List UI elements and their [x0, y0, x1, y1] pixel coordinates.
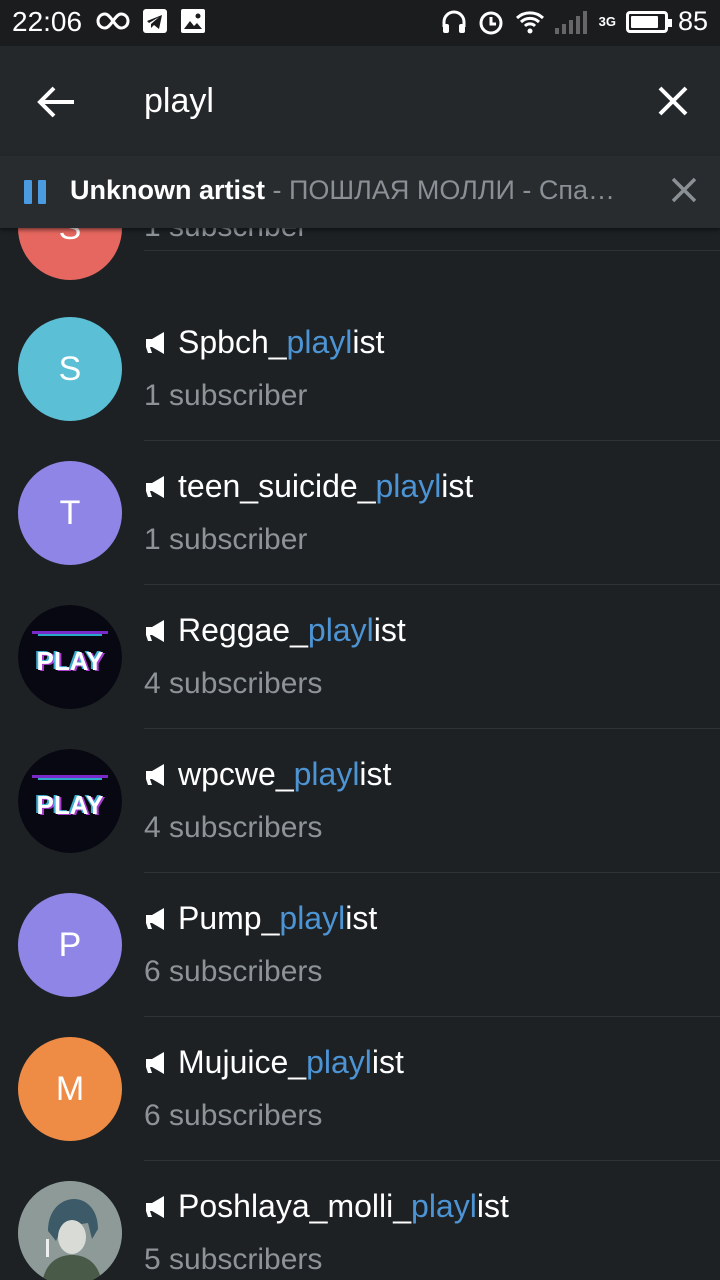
infinity-icon: [96, 12, 130, 30]
avatar: M: [18, 1037, 122, 1141]
channel-megaphone-icon: [146, 1195, 164, 1218]
status-bar: 22:06 3G 85: [0, 0, 720, 46]
divider: [144, 250, 720, 251]
channel-title: Reggae_ playl ist: [144, 612, 406, 649]
avatar: [18, 1181, 122, 1280]
play-logo-image: PLAY PLAY PLAY: [18, 749, 122, 853]
list-item[interactable]: S 1 subscriber: [0, 228, 720, 280]
battery-percent: 85: [677, 6, 708, 36]
list-item[interactable]: S Spbch_ playl ist 1 subscriber: [0, 297, 720, 441]
telegram-icon: [143, 9, 167, 33]
channel-megaphone-icon: [146, 475, 164, 498]
wifi-icon: [515, 10, 544, 33]
subscriber-count: 1 subscriber: [144, 523, 308, 556]
subscriber-count: 1 subscriber: [144, 228, 307, 244]
subscriber-count: 6 subscribers: [144, 1099, 323, 1132]
avatar: PLAY PLAY PLAY: [18, 605, 122, 709]
avatar: S: [18, 228, 122, 280]
subscriber-count: 6 subscribers: [144, 955, 323, 988]
search-input[interactable]: [144, 78, 624, 124]
audio-player-bar[interactable]: Unknown artist - ПОШЛАЯ МОЛЛИ - Спа…: [0, 156, 720, 228]
list-item[interactable]: T teen_suicide_ playl ist 1 subscriber: [0, 441, 720, 585]
channel-megaphone-icon: [146, 619, 164, 642]
channel-title: Pump_ playl ist: [144, 900, 377, 937]
svg-text:PLAY: PLAY: [37, 790, 104, 820]
pause-icon[interactable]: [24, 180, 48, 204]
player-artist: Unknown artist: [70, 175, 266, 205]
avatar: P: [18, 893, 122, 997]
clear-search-icon[interactable]: [648, 76, 698, 126]
network-type: 3G: [598, 14, 616, 29]
channel-title: Mujuice_ playl ist: [144, 1044, 404, 1081]
list-item[interactable]: P Pump_ playl ist 6 subscribers: [0, 873, 720, 1017]
channel-megaphone-icon: [146, 763, 164, 786]
channel-title: teen_suicide_ playl ist: [144, 468, 473, 505]
subscriber-count: 4 subscribers: [144, 811, 323, 844]
avatar: T: [18, 461, 122, 565]
channel-title: wpcwe_ playl ist: [144, 756, 391, 793]
avatar: S: [18, 317, 122, 421]
back-arrow-icon[interactable]: [30, 76, 82, 128]
clock: 22:06: [12, 6, 83, 37]
channel-title: Spbch_ playl ist: [144, 324, 384, 361]
subscriber-count: 4 subscribers: [144, 667, 323, 700]
anime-girl-avatar-image: [18, 1181, 122, 1280]
svg-text:PLAY: PLAY: [37, 646, 104, 676]
list-item[interactable]: Poshlaya_molli_ playl ist 5 subscribers: [0, 1161, 720, 1280]
list-item[interactable]: M Mujuice_ playl ist 6 subscribers: [0, 1017, 720, 1161]
avatar: PLAY PLAY PLAY: [18, 749, 122, 853]
headphones-icon: [442, 10, 466, 33]
signal-icon: [554, 10, 587, 34]
battery-icon: [625, 10, 672, 33]
list-item[interactable]: PLAY PLAY PLAY Reggae_ playl ist 4 subscri…: [0, 585, 720, 729]
channel-title: Poshlaya_molli_ playl ist: [144, 1188, 509, 1225]
channel-megaphone-icon: [146, 331, 164, 354]
gallery-icon: [181, 9, 205, 33]
search-results-list: S 1 subscriber S Spbch_playlist 1 subscr…: [0, 228, 720, 1280]
battery-fill: [630, 15, 658, 28]
player-close-icon[interactable]: [664, 170, 704, 210]
player-track: - ПОШЛАЯ МОЛЛИ - Спа…: [265, 175, 616, 205]
channel-megaphone-icon: [146, 907, 164, 930]
search-header: [0, 46, 720, 156]
subscriber-count: 5 subscribers: [144, 1243, 323, 1276]
subscriber-count: 1 subscriber: [144, 379, 308, 412]
play-logo-image: PLAY PLAY PLAY: [18, 605, 122, 709]
channel-megaphone-icon: [146, 1051, 164, 1074]
alarm-icon: [479, 11, 503, 34]
now-playing-text[interactable]: Unknown artist - ПОШЛАЯ МОЛЛИ - Спа…: [70, 175, 640, 206]
list-item[interactable]: PLAY PLAY PLAY wpcwe_ playl ist 4 subscrib…: [0, 729, 720, 873]
